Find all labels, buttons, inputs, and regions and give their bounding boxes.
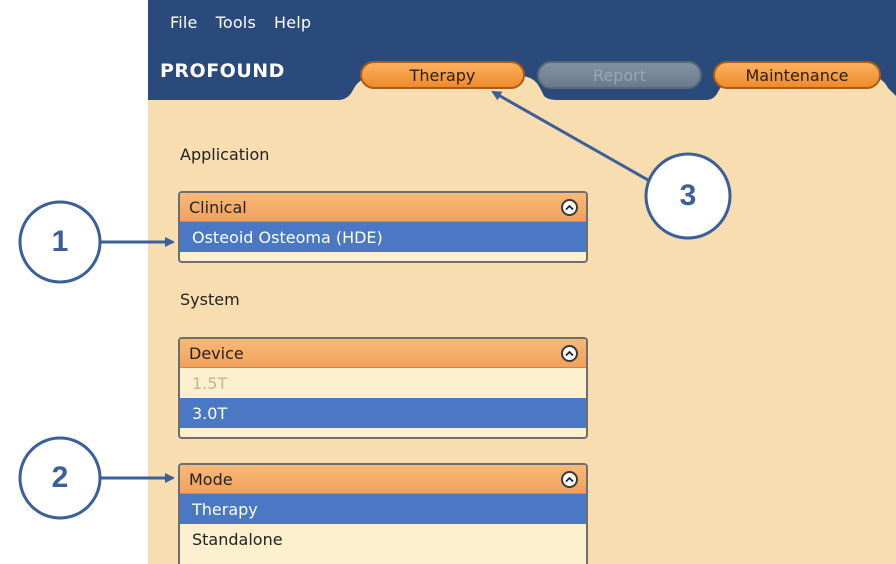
device-option-3-0t[interactable]: 3.0T (180, 398, 586, 428)
mode-panel-title: Mode (189, 469, 233, 489)
device-option-label: 3.0T (192, 403, 228, 423)
tab-row-background (148, 76, 896, 110)
chevron-up-icon[interactable] (561, 470, 578, 488)
tab-therapy[interactable]: Therapy (360, 61, 525, 89)
device-panel: Device 1.5T 3.0T (178, 337, 588, 439)
device-panel-header[interactable]: Device (180, 339, 586, 368)
device-option-1-5t: 1.5T (180, 368, 586, 398)
mode-panel: Mode Therapy Standalone (178, 463, 588, 564)
clinical-option[interactable]: Osteoid Osteoma (HDE) (180, 222, 586, 252)
tab-therapy-label: Therapy (409, 65, 476, 85)
tab-report-label: Report (592, 65, 647, 85)
callout-1-number: 1 (51, 225, 69, 258)
device-panel-title: Device (189, 343, 244, 363)
profound-app-window: File Tools Help PROFOUND Therapy Report … (148, 0, 896, 564)
device-option-label: 1.5T (192, 373, 228, 393)
mode-panel-header[interactable]: Mode (180, 465, 586, 494)
clinical-panel: Clinical Osteoid Osteoma (HDE) (178, 191, 588, 263)
tab-maintenance[interactable]: Maintenance (713, 61, 881, 89)
mode-option-standalone[interactable]: Standalone (180, 524, 586, 554)
mode-option-label: Therapy (192, 499, 258, 519)
chevron-up-icon[interactable] (561, 344, 578, 362)
callout-2-number: 2 (51, 461, 69, 494)
system-section-label: System (180, 290, 240, 309)
tab-report[interactable]: Report (537, 61, 702, 89)
screenshot-stage: File Tools Help PROFOUND Therapy Report … (0, 0, 896, 564)
clinical-panel-header[interactable]: Clinical (180, 193, 586, 222)
application-section-label: Application (180, 145, 270, 164)
callout-3-number: 3 (679, 179, 697, 212)
clinical-option-label: Osteoid Osteoma (HDE) (192, 227, 383, 247)
mode-option-label: Standalone (192, 529, 283, 549)
clinical-panel-title: Clinical (189, 197, 247, 217)
mode-option-therapy[interactable]: Therapy (180, 494, 586, 524)
tab-maintenance-label: Maintenance (745, 65, 849, 85)
chevron-up-icon[interactable] (561, 198, 578, 216)
